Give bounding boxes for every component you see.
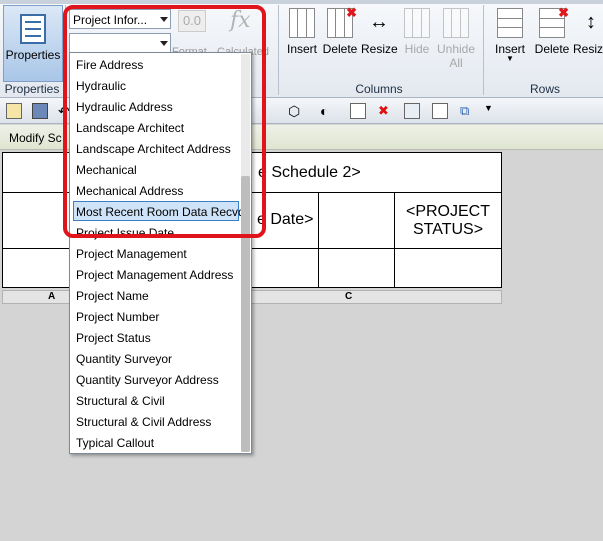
switch-windows-icon[interactable] <box>404 103 420 119</box>
table-cell[interactable] <box>319 249 395 287</box>
schedule-title: e Schedule 2> <box>258 164 361 181</box>
delete-row-label: Delete <box>534 42 570 56</box>
divider <box>483 5 484 95</box>
delete-x-icon: ✖ <box>558 5 569 20</box>
properties-icon <box>20 14 46 44</box>
close-hidden-icon[interactable]: ✖ <box>378 103 394 119</box>
modify-bar-label: Modify Sc <box>9 131 62 145</box>
delete-column-button[interactable]: ✖ Delete <box>322 5 358 56</box>
hide-column-icon <box>404 8 430 38</box>
list-item[interactable]: Project Management Address <box>76 268 233 282</box>
project-status-header: <PROJECT STATUS> <box>405 203 490 238</box>
properties-panel-title: Properties <box>4 82 60 96</box>
ribbon-top-strip <box>0 0 603 4</box>
rows-panel-title: Rows <box>529 82 560 96</box>
3d-view-icon[interactable]: ⬡ <box>288 103 304 119</box>
insert-row-icon <box>497 8 523 38</box>
resize-row-button[interactable]: ↕ Resize <box>573 8 603 56</box>
properties-button-label: Properties <box>5 48 61 62</box>
unhide-all-icon <box>443 8 469 38</box>
delete-column-icon: ✖ <box>327 5 357 38</box>
copy-icon[interactable]: ⧉ <box>460 103 476 119</box>
delete-row-icon: ✖ <box>539 5 569 38</box>
open-icon[interactable] <box>6 103 22 119</box>
list-item[interactable]: Project Management <box>76 247 187 261</box>
delete-column-label: Delete <box>322 42 358 56</box>
insert-column-label: Insert <box>286 42 317 56</box>
list-item[interactable]: Typical Callout <box>76 436 154 450</box>
tile-icon[interactable] <box>432 103 448 119</box>
properties-button[interactable]: Properties <box>3 5 63 82</box>
resize-column-label: Resize <box>361 42 398 56</box>
list-item[interactable]: Quantity Surveyor <box>76 352 172 366</box>
resize-row-icon: ↕ <box>586 11 596 33</box>
project-status-header-cell[interactable]: <PROJECT STATUS> <box>395 193 501 249</box>
insert-column-button[interactable]: Insert <box>285 8 319 56</box>
unhide-all-button[interactable]: Unhide All <box>436 8 476 70</box>
insert-row-button[interactable]: Insert ▼ <box>490 8 530 63</box>
list-item[interactable]: Project Name <box>76 289 149 303</box>
highlight-annotation <box>63 5 266 238</box>
column-header-c[interactable]: C <box>345 291 352 302</box>
resize-column-button[interactable]: ↔ Resize <box>361 8 398 56</box>
column-header-a[interactable]: A <box>48 291 55 302</box>
thin-lines-icon[interactable] <box>350 103 366 119</box>
hide-column-label: Hide <box>404 42 430 56</box>
list-item[interactable]: Project Status <box>76 331 151 345</box>
save-icon[interactable] <box>32 103 48 119</box>
unhide-all-label: Unhide All <box>436 42 476 70</box>
list-item[interactable]: Quantity Surveyor Address <box>76 373 219 387</box>
hide-column-button[interactable]: Hide <box>400 8 434 56</box>
list-item[interactable]: Project Number <box>76 310 159 324</box>
columns-panel-title: Columns <box>355 82 403 96</box>
divider <box>278 5 279 95</box>
chevron-down-icon[interactable]: ▼ <box>484 103 500 119</box>
insert-column-icon <box>289 8 315 38</box>
table-cell[interactable] <box>3 249 71 287</box>
section-icon[interactable]: ◐ <box>320 103 336 119</box>
delete-x-icon: ✖ <box>346 5 357 20</box>
list-item[interactable]: Structural & Civil Address <box>76 415 211 429</box>
chevron-down-icon: ▼ <box>506 54 514 63</box>
table-cell[interactable] <box>395 249 501 287</box>
table-cell[interactable] <box>3 193 71 249</box>
list-item[interactable]: Structural & Civil <box>76 394 165 408</box>
resize-column-icon: ↔ <box>369 11 389 33</box>
delete-row-button[interactable]: ✖ Delete <box>534 5 570 56</box>
table-cell[interactable] <box>319 193 395 249</box>
resize-row-label: Resize <box>573 42 603 56</box>
